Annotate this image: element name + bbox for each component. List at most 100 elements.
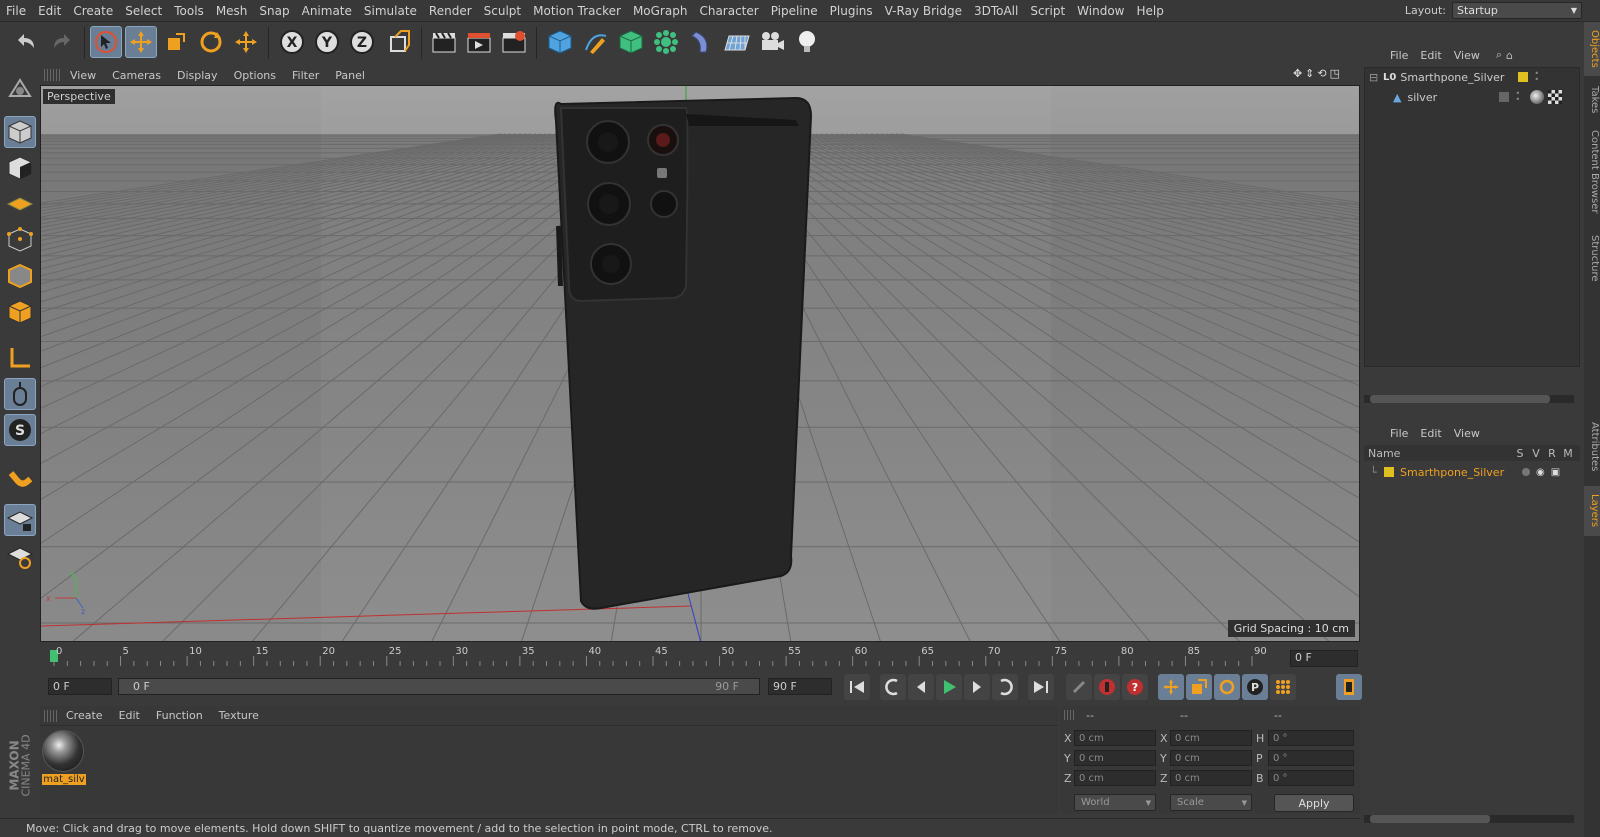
render-view-button[interactable] — [428, 26, 460, 58]
coordinate-space-dropdown[interactable]: World ▼ — [1074, 794, 1156, 811]
go-to-end-button[interactable] — [1028, 674, 1054, 700]
timeline-layout-button[interactable] — [1336, 674, 1362, 700]
home-icon[interactable]: ⌂ — [1506, 49, 1513, 62]
material-item[interactable]: mat_silv — [42, 730, 86, 788]
material-tag-icon[interactable] — [1548, 90, 1563, 104]
menu-3dtoall[interactable]: 3DToAll — [968, 4, 1024, 18]
menu-script[interactable]: Script — [1024, 4, 1071, 18]
end-frame-field[interactable]: 90 F — [768, 678, 832, 695]
viewport-menu-options[interactable]: Options — [226, 69, 284, 82]
render-clapper-icon[interactable]: ▣ — [1551, 467, 1560, 478]
size-y-field[interactable]: 0 cm — [1170, 750, 1252, 766]
menu-help[interactable]: Help — [1130, 4, 1169, 18]
object-scrollbar[interactable] — [1364, 395, 1574, 403]
floor-button[interactable] — [721, 26, 753, 58]
rotate-tool-button[interactable] — [195, 26, 227, 58]
viewport-menu-panel[interactable]: Panel — [327, 69, 373, 82]
points-mode-button[interactable] — [4, 224, 36, 256]
layer-scrollbar[interactable] — [1364, 815, 1574, 823]
previous-frame-button[interactable] — [908, 674, 934, 700]
viewport-menu-display[interactable]: Display — [169, 69, 226, 82]
model-mode-button[interactable] — [4, 116, 36, 148]
undo-button[interactable] — [10, 26, 42, 58]
range-slider[interactable]: 0 F 90 F — [118, 678, 760, 695]
object-menu-file[interactable]: File — [1384, 49, 1414, 62]
visibility-dots-icon[interactable]: • • — [1534, 70, 1539, 84]
maximize-icon[interactable]: ◳ — [1330, 67, 1340, 80]
object-row-silver[interactable]: ▲ silver • • — [1369, 88, 1577, 106]
size-z-field[interactable]: 0 cm — [1170, 770, 1252, 786]
motion-recording-button[interactable] — [1066, 674, 1092, 700]
next-key-button[interactable] — [992, 674, 1018, 700]
x-axis-lock-button[interactable]: X — [276, 26, 308, 58]
record-button[interactable] — [1094, 674, 1120, 700]
material-menu-texture[interactable]: Texture — [211, 709, 267, 722]
redo-button[interactable] — [46, 26, 78, 58]
solo-mode-button[interactable]: S — [4, 414, 36, 446]
go-to-start-button[interactable] — [844, 674, 870, 700]
dolly-icon[interactable]: ⇕ — [1305, 67, 1314, 80]
object-menu-view[interactable]: View — [1448, 49, 1486, 62]
light-button[interactable] — [791, 26, 823, 58]
camera-button[interactable] — [756, 26, 788, 58]
layout-select[interactable]: Startup ▼ — [1452, 2, 1582, 19]
search-icon[interactable]: ⌕ — [1496, 48, 1502, 62]
tab-attributes[interactable]: Attributes — [1584, 412, 1600, 482]
record-rotation-button[interactable] — [1214, 674, 1240, 700]
tab-structure[interactable]: Structure — [1584, 226, 1600, 290]
material-menu-create[interactable]: Create — [58, 709, 111, 722]
layer-color-swatch[interactable] — [1518, 72, 1529, 82]
autokey-button[interactable]: ? — [1122, 674, 1148, 700]
material-menu-function[interactable]: Function — [148, 709, 211, 722]
size-mode-dropdown[interactable]: Scale ▼ — [1170, 794, 1252, 811]
play-button[interactable] — [936, 674, 962, 700]
timeline-ruler[interactable]: 0 5 10 15 20 25 30 35 40 45 50 55 60 65 70 75 80 85 90 — [40, 646, 1360, 668]
transform-tool-button[interactable] — [230, 26, 262, 58]
menu-mograph[interactable]: MoGraph — [627, 4, 694, 18]
menu-file[interactable]: File — [0, 4, 32, 18]
pan-icon[interactable]: ✥ — [1293, 67, 1302, 80]
menu-window[interactable]: Window — [1071, 4, 1130, 18]
subdivision-surface-button[interactable] — [615, 26, 647, 58]
move-tool-button[interactable] — [125, 26, 157, 58]
polygons-mode-button[interactable] — [4, 296, 36, 328]
rotation-h-field[interactable]: 0 ° — [1268, 730, 1354, 746]
render-picture-viewer-button[interactable] — [463, 26, 495, 58]
pen-spline-button[interactable] — [580, 26, 612, 58]
menu-snap[interactable]: Snap — [253, 4, 295, 18]
current-frame-field[interactable]: 0 F — [1290, 650, 1358, 667]
record-parameter-button[interactable]: P — [1242, 674, 1268, 700]
previous-key-button[interactable] — [880, 674, 906, 700]
collapse-icon[interactable]: ⊟ — [1369, 71, 1379, 84]
layer-menu-edit[interactable]: Edit — [1414, 427, 1447, 440]
y-axis-lock-button[interactable]: Y — [311, 26, 343, 58]
tab-layers[interactable]: Layers — [1584, 486, 1600, 536]
layer-row-smartphone[interactable]: └ Smarthpone_Silver ◉ ▣ — [1370, 463, 1580, 481]
tab-takes[interactable]: Takes — [1584, 80, 1600, 120]
rotation-b-field[interactable]: 0 ° — [1268, 770, 1354, 786]
deformer-button[interactable] — [686, 26, 718, 58]
scale-tool-button[interactable] — [160, 26, 192, 58]
object-row-smartphone[interactable]: ⊟ L0 Smarthpone_Silver • • — [1369, 68, 1577, 86]
cloner-button[interactable] — [650, 26, 682, 58]
select-tool-button[interactable] — [90, 26, 122, 58]
render-settings-button[interactable] — [498, 26, 530, 58]
next-frame-button[interactable] — [964, 674, 990, 700]
coordinate-system-button[interactable] — [383, 26, 415, 58]
cube-primitive-button[interactable] — [544, 26, 576, 58]
eye-icon[interactable]: ◉ — [1536, 467, 1545, 478]
menu-simulate[interactable]: Simulate — [358, 4, 423, 18]
menu-tools[interactable]: Tools — [168, 4, 210, 18]
phong-tag-icon[interactable] — [1530, 90, 1545, 104]
position-x-field[interactable]: 0 cm — [1074, 730, 1156, 746]
menu-create[interactable]: Create — [67, 4, 119, 18]
menu-character[interactable]: Character — [693, 4, 764, 18]
visibility-dots-icon[interactable]: • • — [1515, 90, 1520, 104]
size-x-field[interactable]: 0 cm — [1170, 730, 1252, 746]
edges-mode-button[interactable] — [4, 260, 36, 292]
position-z-field[interactable]: 0 cm — [1074, 770, 1156, 786]
smartphone-model[interactable] — [554, 96, 813, 610]
menu-sculpt[interactable]: Sculpt — [478, 4, 527, 18]
start-frame-field[interactable]: 0 F — [48, 678, 112, 695]
layer-empty-swatch[interactable] — [1499, 92, 1510, 102]
